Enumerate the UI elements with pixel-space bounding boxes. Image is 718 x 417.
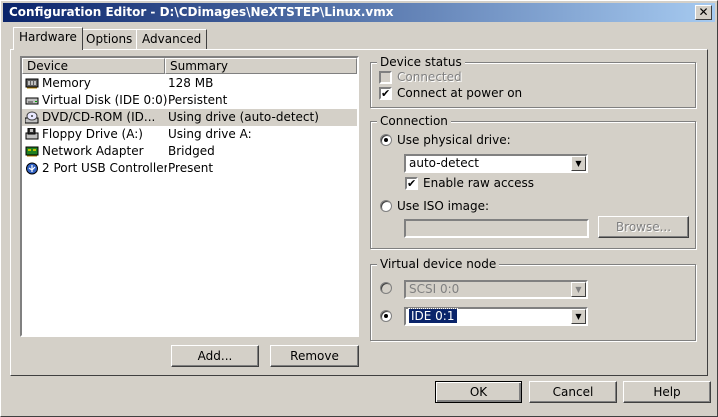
physical-drive-value: auto-detect [409, 156, 479, 170]
scsi-node-radio[interactable] [380, 282, 392, 294]
connect-at-power-on-checkbox[interactable]: ✔ [379, 87, 392, 100]
close-icon: ✕ [698, 5, 709, 19]
device-summary: Bridged [168, 144, 215, 158]
column-header-summary[interactable]: Summary [165, 58, 357, 74]
network-icon [25, 146, 39, 157]
scsi-node-value: SCSI 0:0 [409, 282, 460, 296]
tab-advanced[interactable]: Advanced [136, 29, 208, 49]
use-physical-drive-label: Use physical drive: [397, 133, 511, 147]
usb-icon [26, 162, 38, 175]
column-header-device[interactable]: Device [22, 58, 165, 74]
device-summary: Using drive (auto-detect) [168, 110, 319, 124]
device-status-title: Device status [377, 55, 465, 69]
cdrom-icon [25, 111, 39, 124]
connected-label: Connected [397, 70, 462, 84]
device-name: Virtual Disk (IDE 0:0) [42, 93, 167, 107]
device-summary: Persistent [168, 93, 228, 107]
ok-button[interactable]: OK [435, 381, 522, 403]
use-iso-image-label: Use ISO image: [397, 199, 490, 213]
enable-raw-access-checkbox[interactable]: ✔ [405, 177, 418, 190]
list-item-selected[interactable]: DVD/CD-ROM (ID... Using drive (auto-dete… [22, 109, 357, 126]
connect-at-power-on-label: Connect at power on [397, 86, 523, 100]
configuration-editor-window: Configuration Editor - D:\CDimages\NeXTS… [0, 0, 718, 417]
device-list[interactable]: Device Summary Memory 128 MB Virtual Dis… [20, 56, 359, 337]
floppy-icon [25, 128, 39, 140]
cancel-button[interactable]: Cancel [529, 381, 617, 403]
remove-button[interactable]: Remove [270, 345, 359, 367]
use-physical-drive-radio[interactable] [380, 134, 392, 146]
ide-node-radio[interactable] [380, 310, 392, 322]
window-title: Configuration Editor - D:\CDimages\NeXTS… [9, 5, 394, 19]
chevron-down-icon[interactable]: ▼ [571, 309, 586, 324]
device-status-group: Device status [370, 55, 696, 108]
memory-icon [25, 78, 39, 89]
connected-checkbox[interactable] [379, 71, 392, 84]
add-button[interactable]: Add... [171, 345, 259, 367]
device-name: Floppy Drive (A:) [42, 127, 143, 141]
close-button[interactable]: ✕ [695, 5, 712, 20]
physical-drive-select[interactable]: auto-detect ▼ [404, 154, 588, 173]
ide-node-value: IDE 0:1 [408, 308, 458, 324]
browse-button[interactable]: Browse... [598, 216, 689, 238]
title-bar[interactable]: Configuration Editor - D:\CDimages\NeXTS… [3, 3, 715, 22]
tab-hardware[interactable]: Hardware [13, 27, 83, 50]
enable-raw-access-label: Enable raw access [423, 176, 535, 190]
virtual-device-node-group: Virtual device node [370, 257, 696, 341]
chevron-down-icon[interactable]: ▼ [571, 282, 586, 297]
device-name: Memory [42, 76, 91, 90]
virtual-device-node-title: Virtual device node [377, 257, 500, 271]
device-name: 2 Port USB Controller [42, 161, 167, 175]
device-summary: 128 MB [168, 76, 214, 90]
connection-title: Connection [377, 114, 451, 128]
list-item[interactable]: Virtual Disk (IDE 0:0) Persistent [22, 92, 357, 109]
iso-image-path-field[interactable] [404, 219, 589, 238]
device-name: Network Adapter [42, 144, 144, 158]
checkmark-icon: ✔ [381, 87, 391, 100]
ide-node-select[interactable]: IDE 0:1 ▼ [404, 307, 588, 326]
device-summary: Present [168, 161, 214, 175]
scsi-node-select[interactable]: SCSI 0:0 ▼ [404, 280, 588, 299]
tab-options[interactable]: Options [80, 29, 139, 49]
chevron-down-icon[interactable]: ▼ [571, 156, 586, 171]
list-item[interactable]: Floppy Drive (A:) Using drive A: [22, 126, 357, 143]
list-item[interactable]: 2 Port USB Controller Present [22, 160, 357, 177]
use-iso-image-radio[interactable] [380, 200, 392, 212]
hard-disk-icon [25, 97, 39, 105]
help-button[interactable]: Help [623, 381, 711, 403]
device-name: DVD/CD-ROM (ID... [42, 110, 156, 124]
list-item[interactable]: Memory 128 MB [22, 75, 357, 92]
device-summary: Using drive A: [168, 127, 252, 141]
checkmark-icon: ✔ [407, 177, 417, 190]
list-item[interactable]: Network Adapter Bridged [22, 143, 357, 160]
